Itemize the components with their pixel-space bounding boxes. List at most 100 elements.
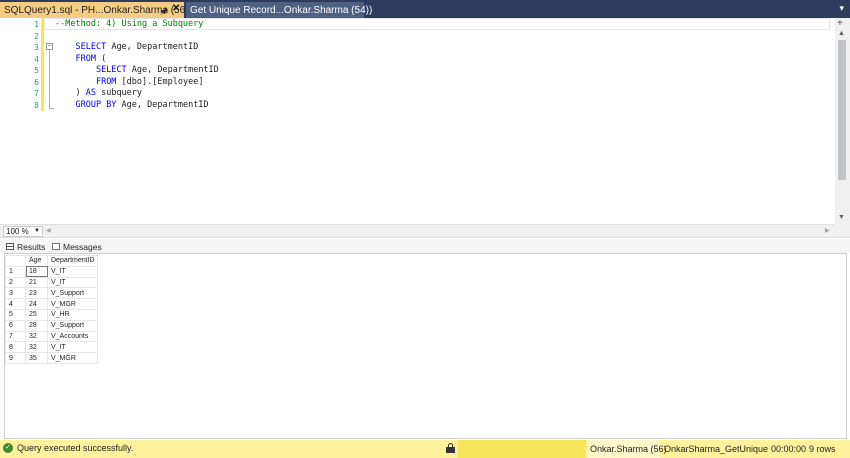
row-number[interactable]: 9 (5, 352, 26, 364)
cell-age[interactable]: 21 (25, 276, 48, 289)
status-elapsed-time: 00:00:00 (771, 444, 807, 454)
row-number[interactable]: 2 (5, 276, 26, 289)
sql-keyword: SELECT (75, 42, 107, 52)
cell-departmentid[interactable]: V_HR (47, 308, 98, 321)
table-row[interactable]: 6 28 V_Support (5, 319, 98, 332)
status-database: OnkarSharma_GetUniqueR... (664, 444, 768, 454)
sql-text: subquery (95, 88, 143, 98)
code-line[interactable]: GROUP BY Age, DepartmentID (55, 99, 209, 112)
grid-icon (6, 243, 14, 250)
cell-age[interactable]: 24 (25, 298, 48, 310)
scroll-down-icon[interactable]: ▼ (838, 214, 845, 221)
line-number-gutter: 1 2 3 4 5 6 7 8 (0, 18, 44, 225)
line-number: 1 (34, 20, 39, 29)
tab-get-unique-record[interactable]: Get Unique Record...Onkar.Sharma (54)) (186, 2, 372, 18)
code-line[interactable]: --Method: 4) Using a Subquery (55, 19, 203, 31)
code-line[interactable]: FROM [dbo].[Employee] (55, 77, 203, 89)
query-editor[interactable]: 1 2 3 4 5 6 7 8 − --Method: 4) Using a Subquery… (0, 18, 850, 225)
row-number[interactable]: 3 (5, 287, 26, 300)
row-number[interactable]: 8 (5, 341, 26, 354)
split-icon[interactable]: + (837, 18, 843, 29)
cell-departmentid[interactable]: V_Support (47, 287, 98, 300)
sql-text: ( (95, 53, 107, 64)
cell-age[interactable]: 18 (25, 265, 48, 278)
code-line[interactable]: SELECT Age, DepartmentID (55, 65, 219, 77)
cell-departmentid[interactable]: V_Accounts (47, 330, 98, 343)
row-number[interactable]: 6 (5, 319, 26, 332)
column-header-age[interactable]: Age (25, 255, 48, 267)
scroll-left-icon[interactable]: ◀ (46, 227, 51, 234)
status-spacer (458, 440, 586, 458)
table-row[interactable]: 1 18 V_IT (5, 265, 98, 278)
cell-departmentid[interactable]: V_IT (47, 265, 98, 278)
table-row[interactable]: 7 32 V_Accounts (5, 330, 98, 343)
table-row[interactable]: 4 24 V_MGR (5, 298, 98, 310)
results-grid[interactable]: Age DepartmentID 1 18 V_IT 2 21 V_IT 3 23 V_Supp… (4, 253, 847, 439)
table-row[interactable]: 2 21 V_IT (5, 276, 98, 289)
code-line[interactable]: ) AS subquery (55, 88, 142, 100)
row-number[interactable]: 1 (5, 265, 26, 278)
status-user: Onkar.Sharma (56) (588, 440, 667, 458)
sql-keyword: SELECT (95, 65, 127, 75)
cell-departmentid[interactable]: V_IT (47, 276, 98, 289)
line-number: 5 (34, 66, 39, 75)
messages-icon (52, 243, 60, 250)
status-bar: ✓ Query executed successfully. Onkar.Sha… (0, 440, 850, 458)
tab-sqlquery1[interactable]: SQLQuery1.sql - PH...Onkar.Sharma (56))*… (0, 2, 196, 18)
success-check-icon: ✓ (3, 443, 13, 453)
code-line[interactable]: SELECT Age, DepartmentID (55, 42, 198, 54)
chevron-down-icon: ▼ (34, 228, 40, 234)
table-row[interactable]: 8 32 V_IT (5, 341, 98, 354)
editor-vertical-scrollbar[interactable]: + ▲ ▼ (835, 18, 850, 225)
line-number: 4 (34, 54, 39, 64)
cell-age[interactable]: 32 (25, 341, 48, 354)
row-header-corner[interactable] (5, 255, 26, 267)
status-message: ✓ Query executed successfully. (3, 443, 133, 453)
sql-text: Age, DepartmentID (116, 99, 209, 110)
lock-icon (446, 443, 455, 453)
sql-keyword: GROUP BY (75, 99, 117, 110)
table-row[interactable]: 5 25 V_HR (5, 308, 98, 321)
scroll-right-icon[interactable]: ▶ (825, 227, 830, 234)
tab-overflow-icon[interactable]: ▾ (839, 3, 844, 14)
sql-keyword: FROM (95, 76, 117, 87)
cell-age[interactable]: 28 (25, 319, 48, 332)
close-icon[interactable]: ✕ (172, 3, 180, 14)
table-row[interactable]: 9 35 V_MGR (5, 352, 98, 364)
sql-text: Age, DepartmentID (106, 42, 199, 52)
line-number: 2 (34, 31, 39, 41)
tab-label: Get Unique Record...Onkar.Sharma (54)) (190, 4, 373, 16)
scrollbar-thumb[interactable] (838, 40, 846, 180)
column-header-departmentid[interactable]: DepartmentID (47, 255, 98, 267)
tab-messages[interactable]: Messages (52, 240, 102, 253)
results-tab-bar: Results Messages (0, 239, 850, 253)
sql-keyword: FROM (75, 53, 96, 64)
change-indicator (41, 18, 44, 111)
collapse-icon[interactable]: − (46, 43, 53, 50)
cell-departmentid[interactable]: V_IT (47, 341, 98, 354)
tab-results-label: Results (17, 241, 46, 252)
cell-age[interactable]: 23 (25, 287, 48, 300)
row-number[interactable]: 5 (5, 308, 26, 321)
cell-age[interactable]: 32 (25, 330, 48, 343)
row-number[interactable]: 4 (5, 298, 26, 310)
table-row[interactable]: 3 23 V_Support (5, 287, 98, 300)
zoom-select[interactable]: 100 % ▼ (3, 226, 43, 237)
cell-age[interactable]: 25 (25, 308, 48, 321)
row-number[interactable]: 7 (5, 330, 26, 343)
scroll-up-icon[interactable]: ▲ (838, 30, 845, 37)
sql-text: ) (55, 88, 86, 98)
grid-header-row: Age DepartmentID (5, 255, 98, 267)
tab-results[interactable]: Results (6, 240, 45, 253)
cell-age[interactable]: 35 (25, 352, 48, 364)
code-line[interactable]: FROM ( (55, 54, 106, 66)
sql-keyword: AS (85, 88, 96, 98)
cell-departmentid[interactable]: V_MGR (47, 352, 98, 364)
cell-departmentid[interactable]: V_MGR (47, 298, 98, 310)
tab-messages-label: Messages (63, 241, 102, 252)
line-number: 8 (34, 100, 39, 110)
cell-departmentid[interactable]: V_Support (47, 319, 98, 332)
